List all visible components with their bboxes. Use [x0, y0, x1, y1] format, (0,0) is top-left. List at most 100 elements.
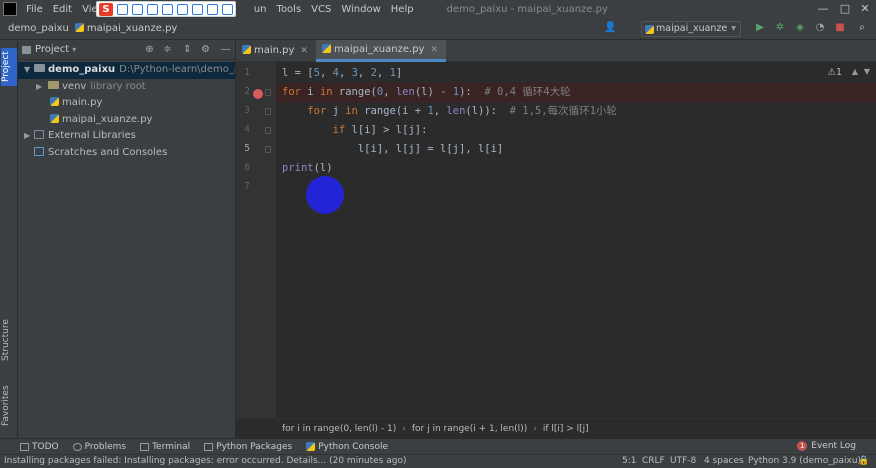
python-packages-tool-button[interactable]: Python Packages — [204, 442, 292, 452]
chevron-down-icon[interactable]: ▼ — [864, 67, 870, 76]
breakpoint-icon[interactable] — [253, 89, 263, 99]
inspection-warning-indicator[interactable]: ⚠1 — [827, 67, 842, 78]
ime-mode-icon[interactable] — [117, 3, 128, 15]
file-encoding[interactable]: UTF-8 — [670, 456, 696, 466]
code-token: len — [395, 86, 415, 98]
tree-item-main-py[interactable]: main.py — [18, 95, 235, 112]
project-view-label[interactable]: Project — [35, 44, 69, 55]
tab-maipai-xuanze-py[interactable]: maipai_xuanze.py ✕ — [315, 40, 446, 62]
tree-item-path: library root — [90, 80, 146, 92]
sogou-logo-icon[interactable]: S — [99, 2, 113, 16]
fold-icon[interactable] — [265, 89, 271, 96]
folder-icon — [34, 64, 45, 72]
chevron-right-icon[interactable]: ▶ — [36, 79, 42, 96]
tab-main-py[interactable]: main.py ✕ — [236, 40, 316, 62]
tree-item-project-root[interactable]: ▼ demo_paixuD:\Python-learn\demo_paixu — [18, 62, 235, 79]
nav-file-crumb[interactable]: maipai_xuanze.py — [74, 23, 177, 34]
maximize-icon[interactable]: □ — [838, 2, 852, 16]
event-log-button[interactable]: 1 Event Log — [797, 441, 856, 451]
fold-icon[interactable] — [265, 127, 271, 134]
breadcrumb-item[interactable]: if l[i] > l[j] — [543, 424, 589, 434]
fold-icon[interactable] — [265, 146, 271, 153]
menu-vcs[interactable]: VCS — [306, 4, 336, 15]
chevron-down-icon[interactable]: ▾ — [72, 45, 76, 54]
gear-icon[interactable]: ⚙ — [200, 44, 211, 55]
ime-punct-icon[interactable] — [132, 3, 143, 15]
menu-tools[interactable]: Tools — [272, 4, 307, 15]
chevron-up-icon[interactable]: ▲ — [852, 67, 858, 76]
menu-help[interactable]: Help — [386, 4, 419, 15]
status-message[interactable]: Installing packages failed: Installing p… — [4, 456, 406, 466]
ime-voice-icon[interactable] — [162, 3, 173, 15]
ime-keyboard-icon[interactable] — [177, 3, 188, 15]
debug-icon[interactable]: ✲ — [774, 22, 786, 34]
breadcrumb-item[interactable]: for j in range(i + 1, len(l)) — [412, 424, 527, 434]
close-icon[interactable]: ✕ — [430, 45, 438, 55]
stop-icon[interactable]: ■ — [834, 22, 846, 34]
code-token: (i + — [395, 105, 428, 117]
navigation-bar: demo_paixu maipai_xuanze.py 👤 maipai_xua… — [0, 18, 876, 40]
locate-icon[interactable]: ⊕ — [144, 44, 155, 55]
ime-skin-icon[interactable] — [192, 3, 203, 15]
menu-file[interactable]: File — [21, 4, 48, 15]
problems-tool-button[interactable]: Problems — [72, 442, 126, 452]
hide-panel-icon[interactable]: — — [220, 44, 231, 55]
line-number: 1 — [244, 67, 250, 78]
minimize-icon[interactable]: — — [816, 2, 830, 16]
project-view-icon — [22, 45, 31, 54]
profile-icon[interactable]: ◔ — [814, 22, 826, 34]
lock-icon[interactable]: 🔒 — [858, 456, 869, 466]
caret-position[interactable]: 5:1 — [622, 456, 636, 466]
ime-tools-icon[interactable] — [207, 3, 218, 15]
tree-item-maipai-xuanze-py[interactable]: maipai_xuanze.py — [18, 112, 235, 129]
structure-tool-tab[interactable]: Structure — [1, 310, 17, 370]
coverage-icon[interactable]: ◈ — [794, 22, 806, 34]
code-comment: # 0,4 循环4大轮 — [471, 86, 571, 98]
terminal-tool-button[interactable]: Terminal — [140, 442, 190, 452]
status-bar: Installing packages failed: Installing p… — [0, 454, 876, 468]
run-config-label: maipai_xuanze — [656, 23, 728, 34]
todo-tool-button[interactable]: TODO — [20, 442, 59, 452]
user-icon[interactable]: 👤 — [604, 22, 616, 34]
code-comment: # 1,5,每次循环1小轮 — [497, 105, 617, 117]
tree-item-venv[interactable]: ▶ venv library root — [18, 79, 235, 96]
tree-item-external-libraries[interactable]: ▶ External Libraries — [18, 128, 235, 145]
run-icon[interactable]: ▶ — [754, 22, 766, 34]
python-interpreter[interactable]: Python 3.9 (demo_paixu) — [748, 456, 861, 466]
favorites-tool-tab[interactable]: Favorites — [1, 380, 17, 432]
tree-item-scratches[interactable]: Scratches and Consoles — [18, 145, 235, 162]
tab-label: maipai_xuanze.py — [333, 44, 425, 55]
editor-breadcrumb: for i in range(0, len(l) - 1) › for j in… — [276, 418, 876, 438]
menu-run[interactable]: un — [249, 4, 272, 15]
breadcrumb-item[interactable]: for i in range(0, len(l) - 1) — [282, 424, 396, 434]
run-config-select[interactable]: maipai_xuanze ▾ — [641, 21, 741, 37]
code-token: = [ — [288, 67, 314, 79]
list-icon — [20, 442, 29, 451]
ime-emoji-icon[interactable] — [147, 3, 158, 15]
python-console-tool-button[interactable]: Python Console — [306, 442, 388, 452]
code-token: 4 — [332, 67, 339, 79]
line-separator[interactable]: CRLF — [642, 456, 665, 466]
nav-project-crumb[interactable]: demo_paixu — [0, 23, 69, 34]
indent-setting[interactable]: 4 spaces — [704, 456, 744, 466]
tool-button-label: Terminal — [152, 441, 191, 452]
menu-window[interactable]: Window — [336, 4, 385, 15]
code-editor[interactable]: l = [5, 4, 3, 2, 1] for i in range(0, le… — [276, 62, 876, 418]
window-title: demo_paixu - maipai_xuanze.py — [446, 3, 608, 15]
collapse-all-icon[interactable]: ≑ — [162, 44, 173, 55]
ime-toolbar[interactable]: S — [96, 1, 236, 17]
fold-icon[interactable] — [265, 108, 271, 115]
chevron-down-icon[interactable]: ▼ — [24, 62, 30, 79]
close-icon[interactable]: ✕ — [300, 46, 308, 56]
search-icon[interactable]: ⌕ — [856, 22, 868, 34]
project-tool-tab[interactable]: Project — [1, 48, 17, 86]
line-number: 2 — [244, 86, 250, 97]
chevron-right-icon[interactable]: ▶ — [24, 128, 30, 145]
tab-label: main.py — [254, 45, 295, 56]
editor-gutter[interactable]: 1 2 3 4 5 6 7 — [236, 62, 276, 418]
expand-all-icon[interactable]: ⇕ — [182, 44, 193, 55]
close-window-icon[interactable]: ✕ — [858, 2, 872, 16]
menu-edit[interactable]: Edit — [48, 4, 77, 15]
ime-menu-icon[interactable] — [222, 3, 233, 15]
tool-button-label: TODO — [32, 441, 59, 452]
